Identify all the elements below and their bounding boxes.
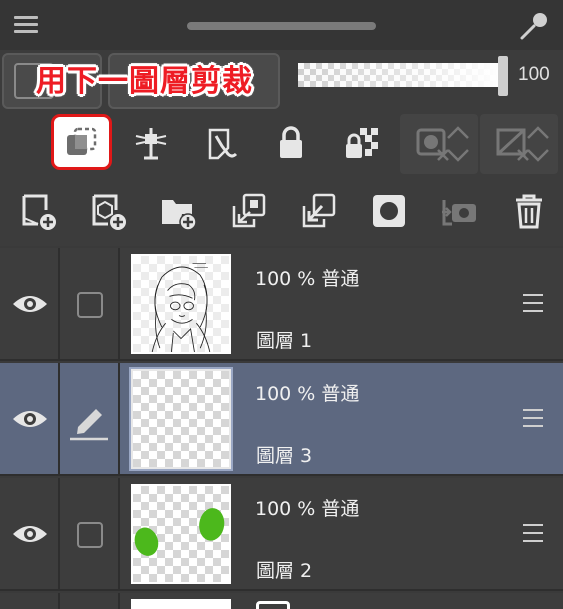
layer-name: 圖層 2 xyxy=(256,560,313,582)
layer-opacity-blend: 100 % 普通 xyxy=(255,498,360,520)
reference-layer-icon[interactable] xyxy=(126,118,176,168)
visibility-eye-icon[interactable] xyxy=(11,292,49,316)
layer-row[interactable]: 100 % 普通 圖層 2 xyxy=(0,478,563,591)
layer-name: 圖層 1 xyxy=(256,330,313,352)
layer-row[interactable]: 100 % 普通 圖層 1 xyxy=(0,248,563,361)
visibility-eye-icon[interactable] xyxy=(11,522,49,546)
clip-callout-label: 用下一圖層剪裁 xyxy=(36,64,253,99)
layer-row-partial[interactable] xyxy=(0,593,563,609)
top-bar xyxy=(0,0,563,50)
hamburger-icon[interactable] xyxy=(14,16,38,34)
tone-dropdown-icon[interactable] xyxy=(526,124,550,164)
new-vector-layer-icon[interactable] xyxy=(84,186,134,236)
combine-with-lower-layer-icon[interactable] xyxy=(294,186,344,236)
transfer-to-lower-layer-icon[interactable] xyxy=(224,186,274,236)
lock-icon[interactable] xyxy=(266,118,316,168)
layer-name: 圖層 3 xyxy=(256,445,313,467)
layer-select-checkbox[interactable] xyxy=(77,292,103,318)
layer-select-checkbox[interactable] xyxy=(77,522,103,548)
layer-thumbnail[interactable] xyxy=(131,599,231,609)
line-art-thumbnail xyxy=(133,256,229,352)
green-paint-thumbnail xyxy=(134,508,225,556)
layer-thumbnail[interactable] xyxy=(131,254,231,354)
opacity-slider-thumb[interactable] xyxy=(498,56,508,96)
layer-color-icon[interactable] xyxy=(434,186,484,236)
layer-drag-handle-icon[interactable] xyxy=(523,524,543,542)
visibility-eye-icon[interactable] xyxy=(11,407,49,431)
opacity-value: 100 xyxy=(518,64,550,85)
new-raster-layer-icon[interactable] xyxy=(14,186,64,236)
layer-thumbnail[interactable] xyxy=(131,369,231,469)
panel-drag-handle[interactable] xyxy=(187,22,376,30)
lock-transparent-pixels-icon[interactable] xyxy=(336,118,386,168)
layer-opacity-blend: 100 % 普通 xyxy=(255,383,360,405)
layer-drag-handle-icon[interactable] xyxy=(523,409,543,427)
clip-to-layer-below-icon[interactable] xyxy=(56,118,106,168)
new-folder-icon[interactable] xyxy=(154,186,204,236)
mask-dropdown-icon[interactable] xyxy=(446,124,470,164)
layer-opacity-blend: 100 % 普通 xyxy=(255,268,360,290)
layer-mask-icon[interactable] xyxy=(364,186,414,236)
layer-list: 100 % 普通 圖層 1 100 % 普通 圖層 3 100 % 普通 圖層 … xyxy=(0,248,563,609)
draft-layer-icon[interactable] xyxy=(196,118,246,168)
layer-type-icon xyxy=(256,601,290,609)
layer-drag-handle-icon[interactable] xyxy=(523,294,543,312)
delete-layer-icon[interactable] xyxy=(504,186,554,236)
pencil-icon xyxy=(70,409,108,441)
layer-row-selected[interactable]: 100 % 普通 圖層 3 xyxy=(0,363,563,476)
layer-thumbnail[interactable] xyxy=(131,484,231,584)
eyedropper-icon[interactable] xyxy=(518,10,550,42)
